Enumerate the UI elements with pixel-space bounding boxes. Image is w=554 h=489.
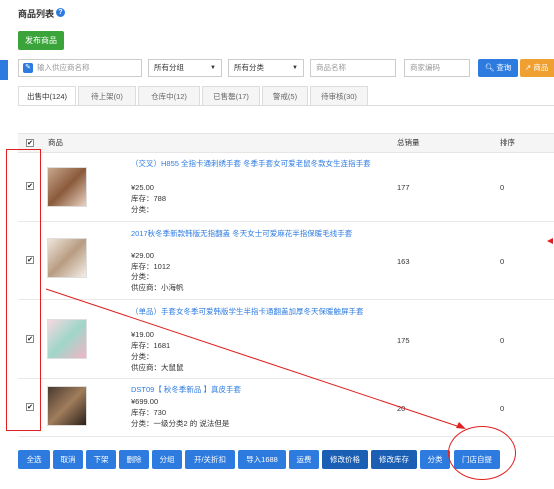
annotation-arrow-line: [45, 288, 461, 428]
annotation-arrowhead: [456, 422, 466, 429]
annotation-arrowhead-right: [547, 238, 553, 244]
annotation-arrows: [45, 238, 553, 429]
